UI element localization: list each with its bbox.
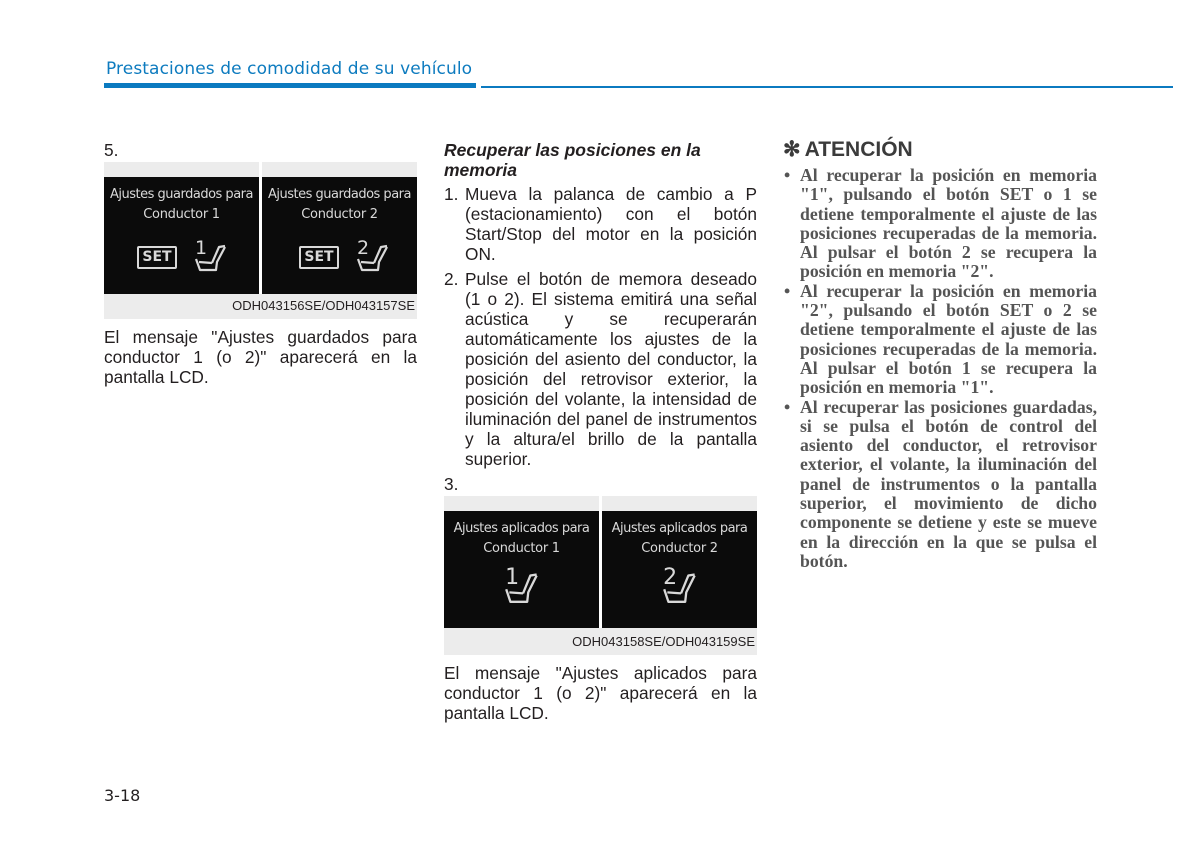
- attention-item: • Al recuperar las posiciones guardadas,…: [781, 396, 1097, 572]
- seat-number: 1: [195, 237, 207, 259]
- header-rule-thin: [481, 86, 1173, 88]
- seat-memory-icon: 2: [660, 563, 702, 607]
- attention-list: • Al recuperar la posición en memoria "1…: [781, 165, 1097, 572]
- seat-number: 2: [663, 565, 677, 590]
- attention-text: Al recuperar las posiciones guardadas, s…: [800, 396, 1097, 571]
- left-column: 5. Ajustes guardados para Conductor 1 SE…: [104, 140, 417, 387]
- attention-heading: ✻ ATENCIÓN: [783, 138, 1097, 162]
- lcd-message-line2: Conductor 1: [483, 541, 560, 556]
- attention-item: • Al recuperar la posición en memoria "1…: [781, 165, 1097, 282]
- lcd-panel-driver-2: Ajustes aplicados para Conductor 2 2: [602, 511, 757, 628]
- lcd-panel-driver-1: Ajustes guardados para Conductor 1 SET 1: [104, 177, 259, 294]
- figure-caption: ODH043158SE/ODH043159SE: [572, 634, 755, 649]
- step-text: Pulse el botón de memora deseado (1 o 2)…: [465, 269, 757, 469]
- body-paragraph: El mensaje "Ajustes guardados para condu…: [104, 327, 417, 387]
- attention-title: ATENCIÓN: [804, 138, 913, 161]
- lcd-message-line1: Ajustes aplicados para: [611, 521, 748, 536]
- step-text: Mueva la palanca de cambio a P (estacion…: [465, 184, 757, 264]
- lcd-message-line2: Conductor 2: [641, 541, 718, 556]
- page-number: 3-18: [104, 786, 141, 805]
- set-button-icon: SET: [137, 246, 177, 269]
- attention-text: Al recuperar la posición en memoria "2",…: [800, 280, 1097, 398]
- bullet-icon: •: [784, 165, 791, 185]
- lcd-panel-driver-1: Ajustes aplicados para Conductor 1 1: [444, 511, 599, 628]
- body-paragraph: El mensaje "Ajustes aplicados para condu…: [444, 663, 757, 723]
- seat-memory-icon: 2: [354, 237, 394, 275]
- section-title: Recuperar las posiciones en la memoria: [444, 140, 701, 180]
- step-item: 2. Pulse el botón de memora deseado (1 o…: [444, 269, 757, 469]
- figure-applied-settings: Ajustes aplicados para Conductor 1 1 Aju…: [444, 496, 757, 655]
- attention-item: • Al recuperar la posición en memoria "2…: [781, 280, 1097, 398]
- set-button-icon: SET: [299, 246, 339, 269]
- asterisk-icon: ✻: [783, 138, 801, 161]
- seat-memory-icon: 1: [502, 563, 544, 607]
- step-number: 2.: [444, 269, 459, 289]
- step-number: 3.: [444, 474, 459, 494]
- lcd-panel-driver-2: Ajustes guardados para Conductor 2 SET 2: [262, 177, 417, 294]
- bullet-icon: •: [784, 280, 791, 301]
- attention-text: Al recuperar la posición en memoria "1",…: [800, 165, 1097, 282]
- step-number: 5.: [104, 140, 119, 160]
- figure-caption: ODH043156SE/ODH043157SE: [232, 298, 415, 313]
- header-rule-thick: [104, 83, 476, 88]
- middle-column: Recuperar las posiciones en la memoria 1…: [444, 140, 757, 723]
- bullet-icon: •: [784, 396, 791, 417]
- seat-memory-icon: 1: [192, 237, 232, 275]
- lcd-message-line2: Conductor 1: [143, 207, 220, 222]
- figure-saved-settings: Ajustes guardados para Conductor 1 SET 1…: [104, 162, 417, 319]
- right-column: ✻ ATENCIÓN • Al recuperar la posición en …: [781, 138, 1097, 571]
- seat-number: 1: [505, 565, 519, 590]
- lcd-message-line1: Ajustes guardados para: [268, 187, 411, 202]
- lcd-message-line1: Ajustes guardados para: [110, 187, 253, 202]
- chapter-title: Prestaciones de comodidad de su vehículo: [106, 59, 473, 79]
- lcd-message-line2: Conductor 2: [301, 207, 378, 222]
- steps-list: 1. Mueva la palanca de cambio a P (estac…: [444, 184, 757, 469]
- step-number: 1.: [444, 184, 459, 204]
- step-item: 1. Mueva la palanca de cambio a P (estac…: [444, 184, 757, 264]
- lcd-message-line1: Ajustes aplicados para: [453, 521, 590, 536]
- seat-number: 2: [357, 237, 369, 259]
